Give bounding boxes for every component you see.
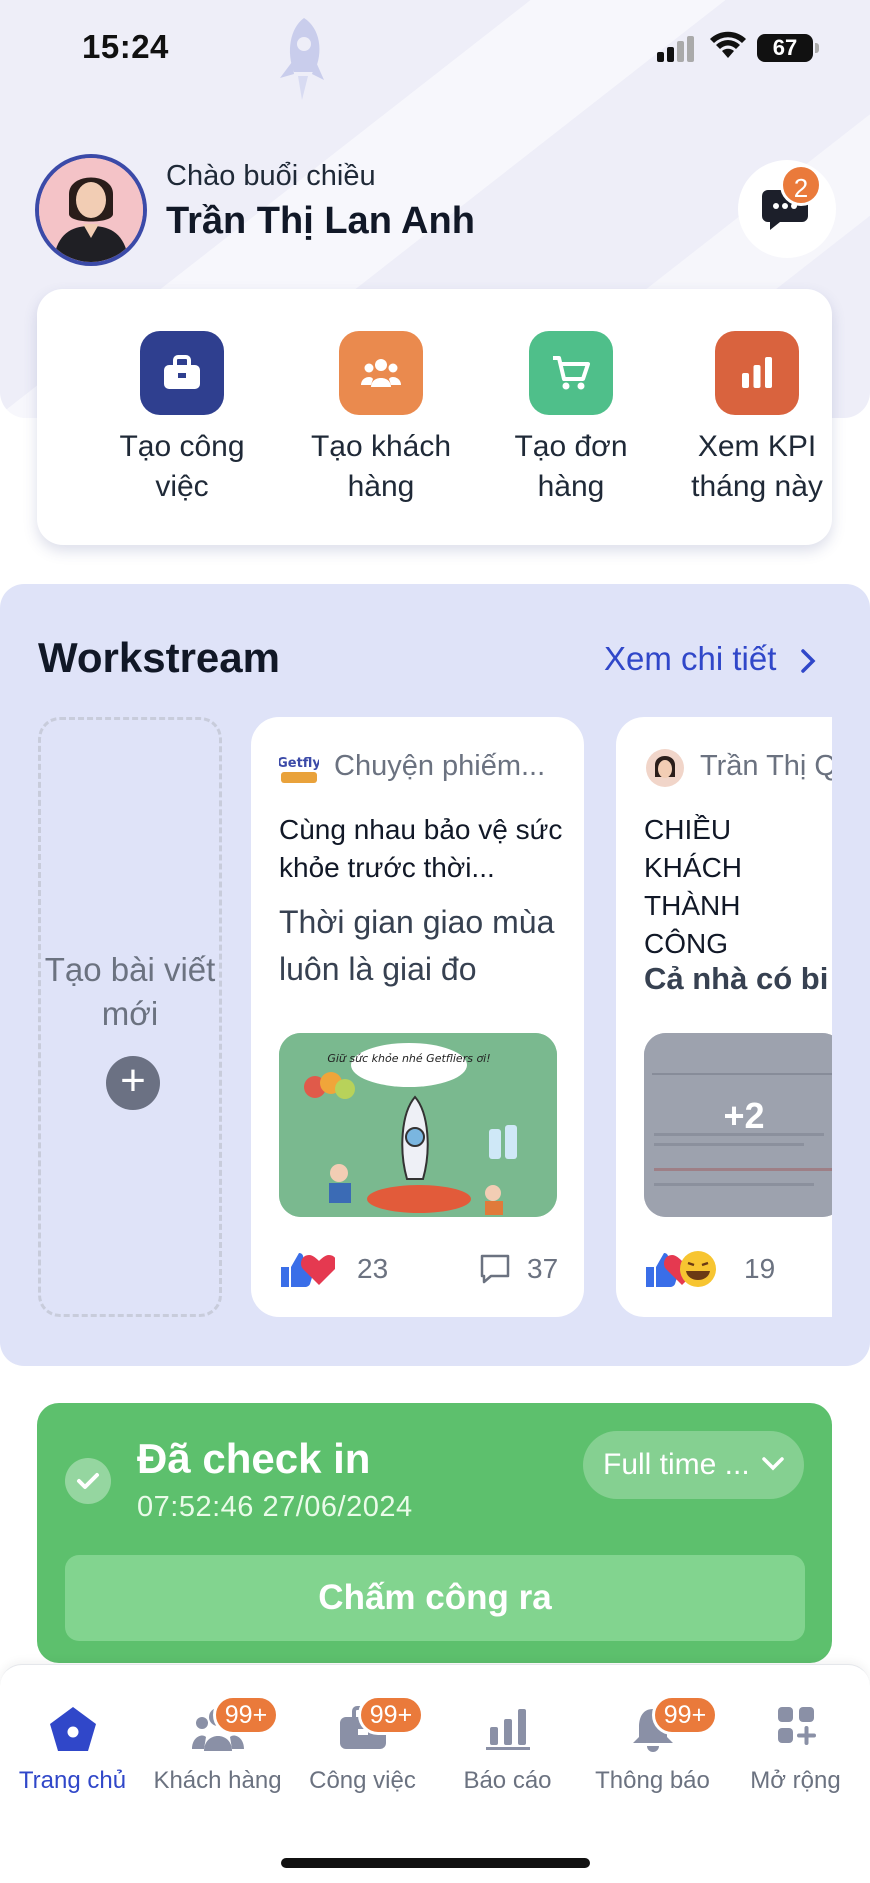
- checkin-status: Đã check in: [137, 1435, 371, 1482]
- user-name: Trần Thị Lan Anh: [166, 200, 475, 242]
- getfly-logo-icon: Getfly: [279, 756, 319, 783]
- nav-customers[interactable]: 99+ Khách hàng: [145, 1695, 290, 1795]
- workstream-section: Workstream Xem chi tiết Tạo bài viết mới…: [0, 584, 870, 1366]
- nav-notifications[interactable]: 99+ Thông báo: [580, 1695, 725, 1795]
- nav-reports[interactable]: Báo cáo: [435, 1705, 580, 1795]
- more-images-count: +2: [723, 1095, 765, 1136]
- user-photo-icon: [39, 158, 143, 262]
- create-post-card[interactable]: Tạo bài viết mới +: [38, 717, 222, 1317]
- notifications-badge: 99+: [652, 1695, 718, 1735]
- check-circle-icon: [65, 1458, 111, 1504]
- nav-reports-label: Báo cáo: [463, 1767, 552, 1794]
- workstream-title: Workstream: [38, 634, 280, 681]
- nav-more[interactable]: Mở rộng: [723, 1705, 868, 1795]
- post-body: Cả nhà có bi: [644, 961, 829, 996]
- create-customer-label: Tạo khách hàng: [310, 430, 452, 503]
- rocket-decoration-icon: [280, 18, 324, 100]
- create-task-label: Tạo công việc: [119, 430, 245, 503]
- plus-icon: +: [106, 1056, 160, 1110]
- like-love-haha-reactions-icon: [646, 1251, 716, 1287]
- post-author: Chuyện phiếm...: [334, 750, 546, 782]
- shift-select[interactable]: Full time ...: [583, 1431, 804, 1499]
- comment-count: 37: [527, 1253, 559, 1284]
- cart-icon: [529, 331, 613, 415]
- nav-notifications-label: Thông báo: [595, 1767, 710, 1794]
- work-badge: 99+: [358, 1695, 424, 1735]
- checkin-card: Đã check in 07:52:46 27/06/2024 Full tim…: [37, 1403, 832, 1663]
- quick-actions-card: Tạo công việc Tạo khách hàng Tạo đơn hàn…: [37, 289, 832, 545]
- svg-text:Getfly: Getfly: [279, 756, 319, 771]
- health-illustration-icon: Giữ sức khỏe nhé Getfliers ơi!: [279, 1033, 557, 1217]
- see-details-link[interactable]: Xem chi tiết: [604, 640, 776, 678]
- post-image[interactable]: +2: [644, 1033, 832, 1217]
- bottom-navigation: Trang chủ 99+ Khách hàng 99+ Công việc B…: [0, 1664, 870, 1883]
- customers-badge: 99+: [213, 1695, 279, 1735]
- chevron-right-icon[interactable]: [800, 648, 816, 674]
- status-time: 15:24: [82, 28, 169, 65]
- battery-indicator: 67: [757, 34, 819, 62]
- shift-value: Full time ...: [603, 1448, 750, 1481]
- briefcase-icon: [140, 331, 224, 415]
- post-card[interactable]: Getfly Chuyện phiếm... Cùng nhau bảo vệ …: [251, 717, 584, 1317]
- create-order-label: Tạo đơn hàng: [514, 430, 628, 503]
- create-customer-action[interactable]: Tạo khách hàng: [291, 331, 471, 507]
- grid-plus-icon: [777, 1707, 816, 1745]
- report-icon: [485, 1709, 530, 1750]
- author-avatar-icon: [646, 749, 684, 787]
- wifi-icon: [710, 31, 746, 58]
- like-love-reactions-icon: [281, 1253, 335, 1287]
- like-count: 23: [357, 1253, 389, 1284]
- chevron-down-icon: [762, 1457, 784, 1471]
- nav-work[interactable]: 99+ Công việc: [290, 1695, 435, 1795]
- nav-more-label: Mở rộng: [750, 1767, 841, 1794]
- post-title: CHIỀU KHÁCH THÀNH CÔNG: [644, 814, 743, 959]
- create-task-action[interactable]: Tạo công việc: [92, 331, 272, 507]
- checkin-time: 07:52:46 27/06/2024: [137, 1491, 413, 1523]
- comment-icon[interactable]: [479, 1254, 511, 1284]
- post-image-caption: Giữ sức khỏe nhé Getfliers ơi!: [327, 1052, 490, 1065]
- view-kpi-action[interactable]: Xem KPI tháng này: [667, 331, 847, 507]
- create-order-action[interactable]: Tạo đơn hàng: [481, 331, 661, 507]
- home-icon: [49, 1707, 96, 1751]
- nav-home[interactable]: Trang chủ: [0, 1705, 145, 1795]
- post-title: Cùng nhau bảo vệ sức khỏe trước thời...: [279, 814, 563, 883]
- nav-customers-label: Khách hàng: [153, 1767, 282, 1794]
- chat-badge: 2: [780, 164, 822, 206]
- user-avatar[interactable]: [35, 154, 147, 266]
- signal-icon: [657, 36, 694, 62]
- checkout-button[interactable]: Chấm công ra: [65, 1555, 805, 1641]
- post-image[interactable]: Giữ sức khỏe nhé Getfliers ơi!: [279, 1033, 557, 1217]
- greeting-subtitle: Chào buổi chiều: [166, 160, 376, 192]
- post-author: Trần Thị Q: [700, 750, 832, 782]
- home-indicator: [281, 1858, 590, 1868]
- users-icon: [339, 331, 423, 415]
- bar-chart-icon: [715, 331, 799, 415]
- like-count: 19: [744, 1253, 776, 1284]
- nav-work-label: Công việc: [309, 1767, 416, 1794]
- view-kpi-label: Xem KPI tháng này: [691, 430, 823, 503]
- post-body: Thời gian giao mùa luôn là giai đo: [279, 904, 555, 987]
- nav-home-label: Trang chủ: [18, 1767, 127, 1794]
- create-post-label: Tạo bài viết mới: [44, 951, 216, 1032]
- post-card[interactable]: Trần Thị Q CHIỀU KHÁCH THÀNH CÔNG Cả nhà…: [616, 717, 832, 1317]
